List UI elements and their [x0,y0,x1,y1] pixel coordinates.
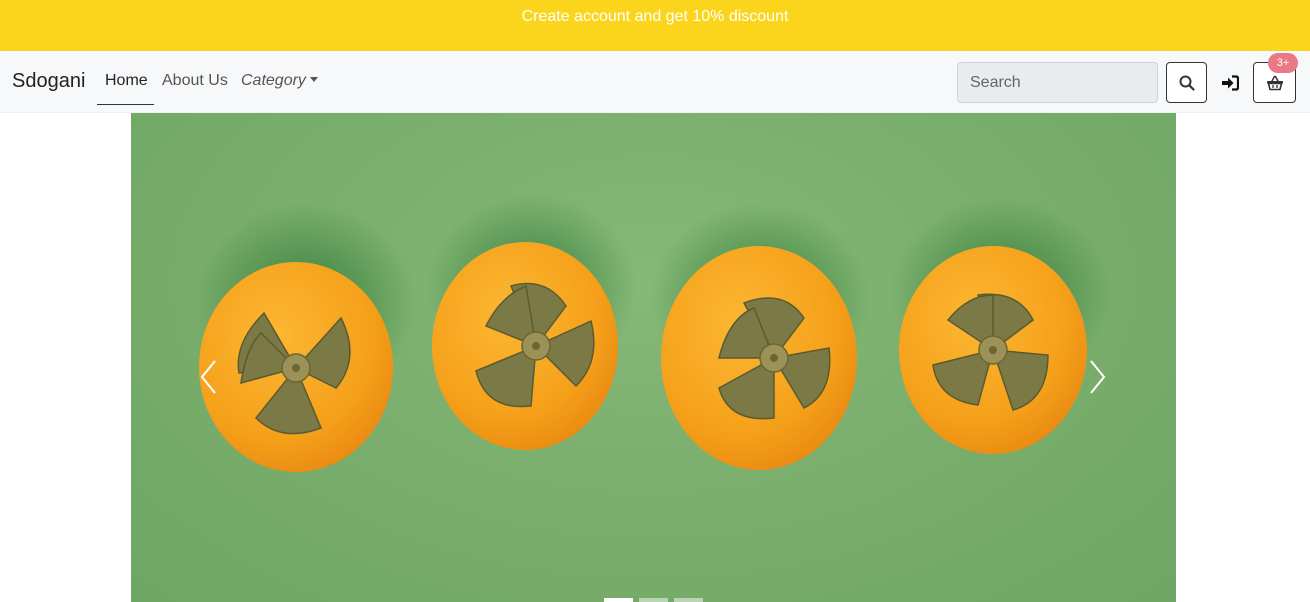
carousel-prev-button[interactable] [197,357,219,397]
brand-logo[interactable]: Sdogani [12,70,85,93]
carousel-indicator-1[interactable] [604,598,633,602]
persimmon-image [196,193,1111,472]
cart-count-badge: 3+ [1268,53,1298,73]
search-button[interactable] [1166,62,1207,103]
hero-carousel[interactable] [131,113,1176,602]
basket-icon [1266,75,1283,90]
search-icon [1179,75,1195,91]
carousel-indicator-2[interactable] [639,598,668,602]
carousel-next-button[interactable] [1087,357,1109,397]
login-button[interactable] [1218,71,1242,95]
nav-category-label: Category [241,72,306,89]
carousel-indicator-3[interactable] [674,598,703,602]
caret-down-icon [309,77,318,82]
navbar: Sdogani Home About Us Category [0,51,1310,113]
search-input[interactable] [957,62,1158,103]
promo-text: Create account and get 10% discount [521,8,789,25]
carousel-indicators [604,598,704,602]
sign-in-icon [1222,75,1239,91]
nav-about-link[interactable]: About Us [162,72,228,90]
chevron-left-icon [200,360,216,394]
nav-category-dropdown[interactable]: Category [241,72,318,90]
promo-banner: Create account and get 10% discount [0,0,1310,51]
nav-home-link[interactable]: Home [97,72,154,105]
chevron-right-icon [1090,360,1106,394]
